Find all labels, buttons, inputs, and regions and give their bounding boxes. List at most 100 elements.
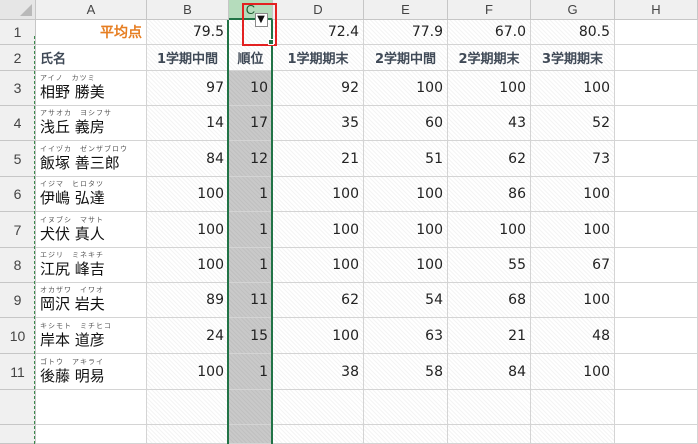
student-name-cell[interactable]: イヌブシ マサト 犬伏 真人	[36, 212, 147, 248]
name-header-cell[interactable]: 氏名	[36, 45, 147, 71]
row-header-2[interactable]: 2	[0, 45, 36, 71]
cell-g10[interactable]: 48	[531, 318, 615, 354]
cell-d12[interactable]	[273, 390, 364, 425]
cell-e6[interactable]: 100	[364, 177, 448, 212]
cell-b10[interactable]: 24	[147, 318, 229, 354]
student-name-cell[interactable]: オカザワ イワオ 岡沢 岩夫	[36, 283, 147, 318]
column-header-e[interactable]: E	[364, 0, 448, 20]
student-name-cell[interactable]: キシモト ミチヒコ 岸本 道彦	[36, 318, 147, 354]
fill-handle[interactable]	[268, 39, 274, 45]
cell-f3[interactable]: 100	[448, 71, 531, 106]
cell-d6[interactable]: 100	[273, 177, 364, 212]
select-all-corner[interactable]	[0, 0, 36, 20]
cell-g8[interactable]: 67	[531, 248, 615, 283]
cell-d7[interactable]: 100	[273, 212, 364, 248]
cell-b13[interactable]	[147, 425, 229, 444]
cell-f12[interactable]	[448, 390, 531, 425]
cell-d11[interactable]: 38	[273, 354, 364, 390]
student-name-cell[interactable]: イイヅカ ゼンザブロウ 飯塚 善三郎	[36, 141, 147, 177]
cell-d9[interactable]: 62	[273, 283, 364, 318]
cell-g9[interactable]: 100	[531, 283, 615, 318]
student-name-cell[interactable]: アサオカ ヨシフサ 浅丘 義房	[36, 106, 147, 141]
cell-h7[interactable]	[615, 212, 698, 248]
cell-d10[interactable]: 100	[273, 318, 364, 354]
cell-e5[interactable]: 51	[364, 141, 448, 177]
cell-c5[interactable]: 12	[229, 141, 273, 177]
cell-g1[interactable]: 80.5	[531, 20, 615, 45]
row-header-1[interactable]: 1	[0, 20, 36, 45]
cell-e1[interactable]: 77.9	[364, 20, 448, 45]
cell-e7[interactable]: 100	[364, 212, 448, 248]
cell-b11[interactable]: 100	[147, 354, 229, 390]
cell-c7[interactable]: 1	[229, 212, 273, 248]
cell-f1[interactable]: 67.0	[448, 20, 531, 45]
cell-h4[interactable]	[615, 106, 698, 141]
row-header-12[interactable]	[0, 390, 36, 425]
cell-e2[interactable]: 2学期中間	[364, 45, 448, 71]
cell-d3[interactable]: 92	[273, 71, 364, 106]
cell-h3[interactable]	[615, 71, 698, 106]
cell-e8[interactable]: 100	[364, 248, 448, 283]
cell-a13[interactable]	[36, 425, 147, 444]
sort-down-arrow-icon[interactable]: ▼	[254, 12, 268, 27]
row-header-5[interactable]: 5	[0, 141, 36, 177]
cell-e9[interactable]: 54	[364, 283, 448, 318]
cell-e11[interactable]: 58	[364, 354, 448, 390]
cell-a12[interactable]	[36, 390, 147, 425]
cell-h2[interactable]	[615, 45, 698, 71]
cell-g13[interactable]	[531, 425, 615, 444]
row-header-7[interactable]: 7	[0, 212, 36, 248]
row-header-10[interactable]: 10	[0, 318, 36, 354]
cell-b4[interactable]: 14	[147, 106, 229, 141]
cell-g11[interactable]: 100	[531, 354, 615, 390]
cell-f2[interactable]: 2学期期末	[448, 45, 531, 71]
cell-b8[interactable]: 100	[147, 248, 229, 283]
cell-b1[interactable]: 79.5	[147, 20, 229, 45]
cell-d4[interactable]: 35	[273, 106, 364, 141]
cell-e3[interactable]: 100	[364, 71, 448, 106]
cell-f9[interactable]: 68	[448, 283, 531, 318]
cell-h11[interactable]	[615, 354, 698, 390]
cell-b12[interactable]	[147, 390, 229, 425]
cell-f6[interactable]: 86	[448, 177, 531, 212]
column-header-g[interactable]: G	[531, 0, 615, 20]
cell-e4[interactable]: 60	[364, 106, 448, 141]
row-header-4[interactable]: 4	[0, 106, 36, 141]
row-header-8[interactable]: 8	[0, 248, 36, 283]
cell-f11[interactable]: 84	[448, 354, 531, 390]
row-header-3[interactable]: 3	[0, 71, 36, 106]
cell-b2[interactable]: 1学期中間	[147, 45, 229, 71]
cell-f7[interactable]: 100	[448, 212, 531, 248]
cell-d2[interactable]: 1学期期末	[273, 45, 364, 71]
cell-c9[interactable]: 11	[229, 283, 273, 318]
cell-b6[interactable]: 100	[147, 177, 229, 212]
column-header-d[interactable]: D	[273, 0, 364, 20]
cell-b5[interactable]: 84	[147, 141, 229, 177]
cell-d1[interactable]: 72.4	[273, 20, 364, 45]
student-name-cell[interactable]: ゴトウ アキライ 後藤 明易	[36, 354, 147, 390]
cell-f13[interactable]	[448, 425, 531, 444]
average-label-cell[interactable]: 平均点	[36, 20, 147, 45]
cell-g4[interactable]: 52	[531, 106, 615, 141]
cell-f8[interactable]: 55	[448, 248, 531, 283]
cell-h6[interactable]	[615, 177, 698, 212]
row-header-13[interactable]	[0, 425, 36, 444]
cell-d8[interactable]: 100	[273, 248, 364, 283]
cell-h1[interactable]	[615, 20, 698, 45]
cell-f5[interactable]: 62	[448, 141, 531, 177]
cell-b7[interactable]: 100	[147, 212, 229, 248]
cell-b3[interactable]: 97	[147, 71, 229, 106]
student-name-cell[interactable]: イジマ ヒロタツ 伊嶋 弘達	[36, 177, 147, 212]
cell-h13[interactable]	[615, 425, 698, 444]
cell-h10[interactable]	[615, 318, 698, 354]
cell-g7[interactable]: 100	[531, 212, 615, 248]
cell-f10[interactable]: 21	[448, 318, 531, 354]
column-header-f[interactable]: F	[448, 0, 531, 20]
cell-e12[interactable]	[364, 390, 448, 425]
cell-c6[interactable]: 1	[229, 177, 273, 212]
cell-g3[interactable]: 100	[531, 71, 615, 106]
cell-g6[interactable]: 100	[531, 177, 615, 212]
cell-d13[interactable]	[273, 425, 364, 444]
cell-c3[interactable]: 10	[229, 71, 273, 106]
row-header-6[interactable]: 6	[0, 177, 36, 212]
